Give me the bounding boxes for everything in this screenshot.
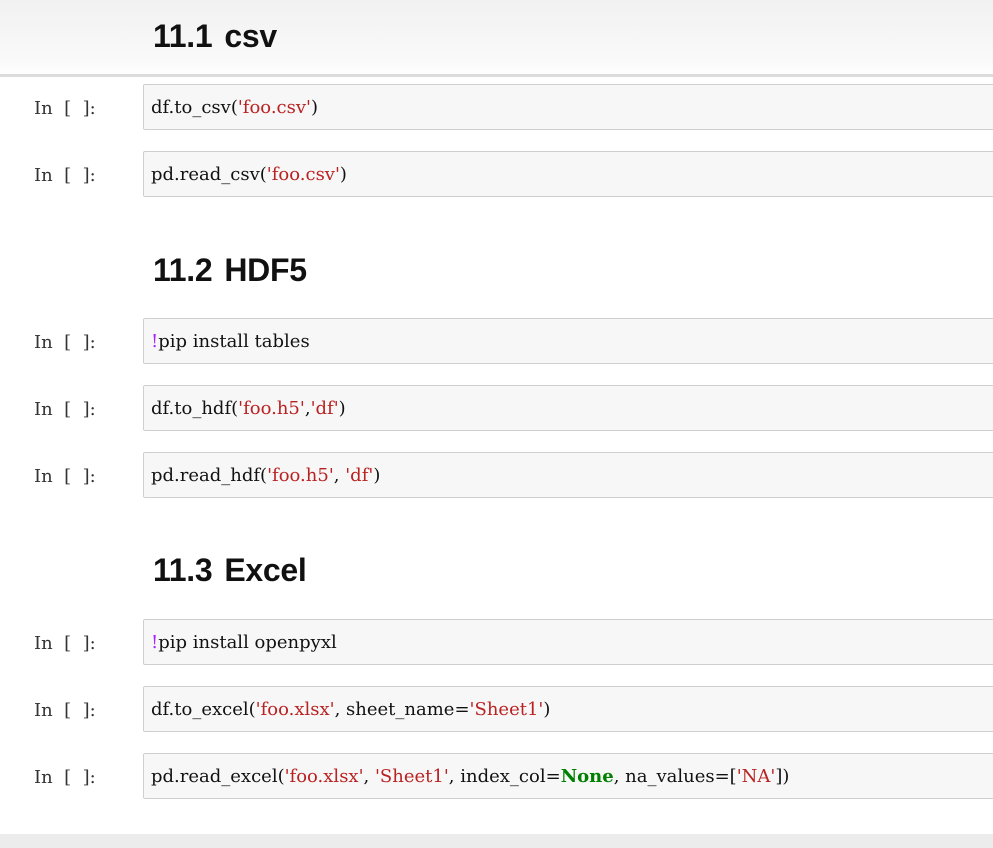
input-prompt: In [ ]:: [34, 465, 96, 487]
input-prompt: In [ ]:: [34, 331, 96, 353]
code-string: 'Sheet1': [469, 698, 544, 720]
code-input[interactable]: pd.read_excel('foo.xlsx', 'Sheet1', inde…: [143, 753, 993, 799]
code-input[interactable]: df.to_hdf('foo.h5','df'): [143, 385, 993, 431]
code-string: 'df': [310, 397, 339, 419]
shell-bang: !: [151, 330, 159, 352]
code-string: 'foo.csv': [266, 163, 340, 185]
code-text: pd.read_hdf(: [151, 464, 268, 486]
bottom-shade: [0, 834, 993, 848]
code-cell[interactable]: In [ ]: df.to_excel('foo.xlsx', sheet_na…: [0, 686, 993, 734]
code-string: 'foo.csv': [237, 96, 311, 118]
code-text: , na_values=[: [613, 765, 737, 787]
code-input[interactable]: df.to_csv('foo.csv'): [143, 84, 993, 130]
top-toolbar-shade: [0, 0, 993, 77]
input-prompt: In [ ]:: [34, 632, 96, 654]
input-prompt: In [ ]:: [34, 164, 96, 186]
code-string: 'NA': [736, 765, 776, 787]
code-string: 'foo.h5': [238, 397, 305, 419]
code-text: , sheet_name=: [334, 698, 470, 720]
section-heading-csv: 11.1 csv: [153, 18, 277, 54]
code-text: ): [339, 163, 347, 185]
code-string: 'foo.xlsx': [284, 765, 364, 787]
code-cell[interactable]: In [ ]: df.to_csv('foo.csv'): [0, 84, 993, 132]
code-cell[interactable]: In [ ]: df.to_hdf('foo.h5','df'): [0, 385, 993, 433]
code-input[interactable]: ! pip install openpyxl: [143, 619, 993, 665]
code-cell[interactable]: In [ ]: ! pip install openpyxl: [0, 619, 993, 667]
code-cell[interactable]: In [ ]: ! pip install tables: [0, 318, 993, 366]
code-text: pd.read_csv(: [151, 163, 267, 185]
code-string: 'foo.h5': [267, 464, 334, 486]
input-prompt: In [ ]:: [34, 97, 96, 119]
section-heading-excel: 11.3 Excel: [153, 552, 307, 588]
shell-bang: !: [151, 631, 159, 653]
code-cell[interactable]: In [ ]: pd.read_csv('foo.csv'): [0, 151, 993, 199]
code-text: ): [543, 698, 551, 720]
code-text: df.to_excel(: [151, 698, 256, 720]
input-prompt: In [ ]:: [34, 766, 96, 788]
section-heading-hdf5: 11.2 HDF5: [153, 252, 307, 288]
code-text: ,: [333, 464, 346, 486]
code-string: 'Sheet1': [374, 765, 449, 787]
input-prompt: In [ ]:: [34, 398, 96, 420]
code-cell[interactable]: In [ ]: pd.read_excel('foo.xlsx', 'Sheet…: [0, 753, 993, 801]
input-prompt: In [ ]:: [34, 699, 96, 721]
code-string: 'df': [345, 464, 374, 486]
code-input[interactable]: ! pip install tables: [143, 318, 993, 364]
code-text: df.to_csv(: [151, 96, 238, 118]
code-input[interactable]: df.to_excel('foo.xlsx', sheet_name= 'Shee…: [143, 686, 993, 732]
code-text: ): [373, 464, 381, 486]
code-text: pd.read_excel(: [151, 765, 285, 787]
code-input[interactable]: pd.read_hdf('foo.h5', 'df'): [143, 452, 993, 498]
code-cell[interactable]: In [ ]: pd.read_hdf('foo.h5', 'df'): [0, 452, 993, 500]
code-text: ): [310, 96, 319, 118]
code-text: , index_col=: [448, 765, 561, 787]
code-text: df.to_hdf(: [151, 397, 239, 419]
code-text: ,: [363, 765, 375, 787]
code-text: ): [338, 397, 346, 419]
code-text: pip install openpyxl: [158, 631, 337, 653]
code-text: ]): [775, 765, 790, 787]
code-input[interactable]: pd.read_csv('foo.csv'): [143, 151, 993, 197]
code-string: 'foo.xlsx': [255, 698, 335, 720]
code-keyword: None: [560, 765, 614, 787]
code-text: pip install tables: [158, 330, 310, 352]
